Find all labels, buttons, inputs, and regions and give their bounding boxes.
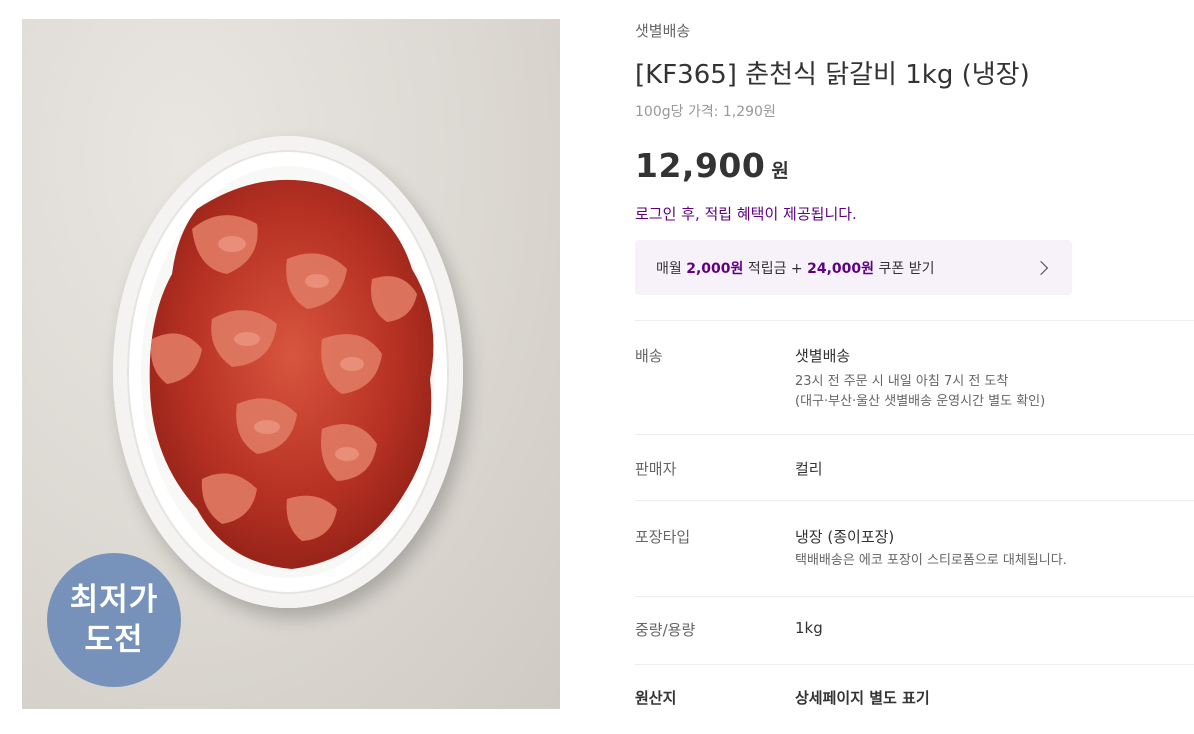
price-unit: 원 bbox=[771, 160, 789, 182]
login-benefit-message: 로그인 후, 적립 혜택이 제공됩니다. bbox=[635, 205, 857, 223]
detail-label: 중량/용량 bbox=[635, 621, 696, 639]
detail-sub: 택배배송은 에코 포장이 스티로폼으로 대체됩니다. bbox=[795, 553, 1067, 568]
detail-row-weight: 중량/용량 1kg bbox=[635, 596, 1194, 664]
badge-line1: 최저가 bbox=[69, 582, 159, 618]
detail-value: 냉장 (종이포장) bbox=[795, 528, 895, 546]
product-image: 최저가 도전 bbox=[22, 19, 560, 709]
detail-sub: 23시 전 주문 시 내일 아침 7시 전 도착 bbox=[795, 374, 1009, 389]
price-value: 12,900 bbox=[635, 146, 766, 185]
detail-label: 포장타입 bbox=[635, 528, 691, 546]
coupon-banner[interactable]: 매월 2,000원 적립금 + 24,000원 쿠폰 받기 bbox=[635, 240, 1072, 295]
detail-value: 샛별배송 bbox=[795, 347, 851, 365]
detail-row-delivery: 배송 샛별배송 23시 전 주문 시 내일 아침 7시 전 도착 (대구·부산·… bbox=[635, 320, 1194, 434]
product-info: 샛별배송 [KF365] 춘천식 닭갈비 1kg (냉장) 100g당 가격: … bbox=[635, 0, 1194, 726]
coupon-text: 매월 2,000원 적립금 + 24,000원 쿠폰 받기 bbox=[656, 260, 935, 277]
chevron-right-icon bbox=[1033, 260, 1049, 275]
detail-value: 1kg bbox=[795, 619, 823, 637]
detail-sub: (대구·부산·울산 샛별배송 운영시간 별도 확인) bbox=[795, 394, 1046, 409]
lowest-price-badge: 최저가 도전 bbox=[47, 553, 181, 687]
detail-label: 원산지 bbox=[635, 689, 677, 707]
detail-label: 배송 bbox=[635, 347, 663, 365]
unit-price: 100g당 가격: 1,290원 bbox=[635, 104, 776, 120]
product-details: 배송 샛별배송 23시 전 주문 시 내일 아침 7시 전 도착 (대구·부산·… bbox=[635, 320, 1194, 734]
detail-value: 컬리 bbox=[795, 460, 823, 478]
badge-line2: 도전 bbox=[84, 622, 144, 658]
product-title: [KF365] 춘천식 닭갈비 1kg (냉장) bbox=[635, 60, 1030, 90]
detail-row-seller: 판매자 컬리 bbox=[635, 434, 1194, 500]
price: 12,900 원 bbox=[635, 146, 789, 185]
delivery-tag: 샛별배송 bbox=[635, 22, 691, 40]
detail-label: 판매자 bbox=[635, 460, 677, 478]
detail-row-packaging: 포장타입 냉장 (종이포장) 택배배송은 에코 포장이 스티로폼으로 대체됩니다… bbox=[635, 500, 1194, 596]
detail-row-origin: 원산지 상세페이지 별도 표기 bbox=[635, 664, 1194, 734]
detail-value: 상세페이지 별도 표기 bbox=[795, 689, 930, 707]
